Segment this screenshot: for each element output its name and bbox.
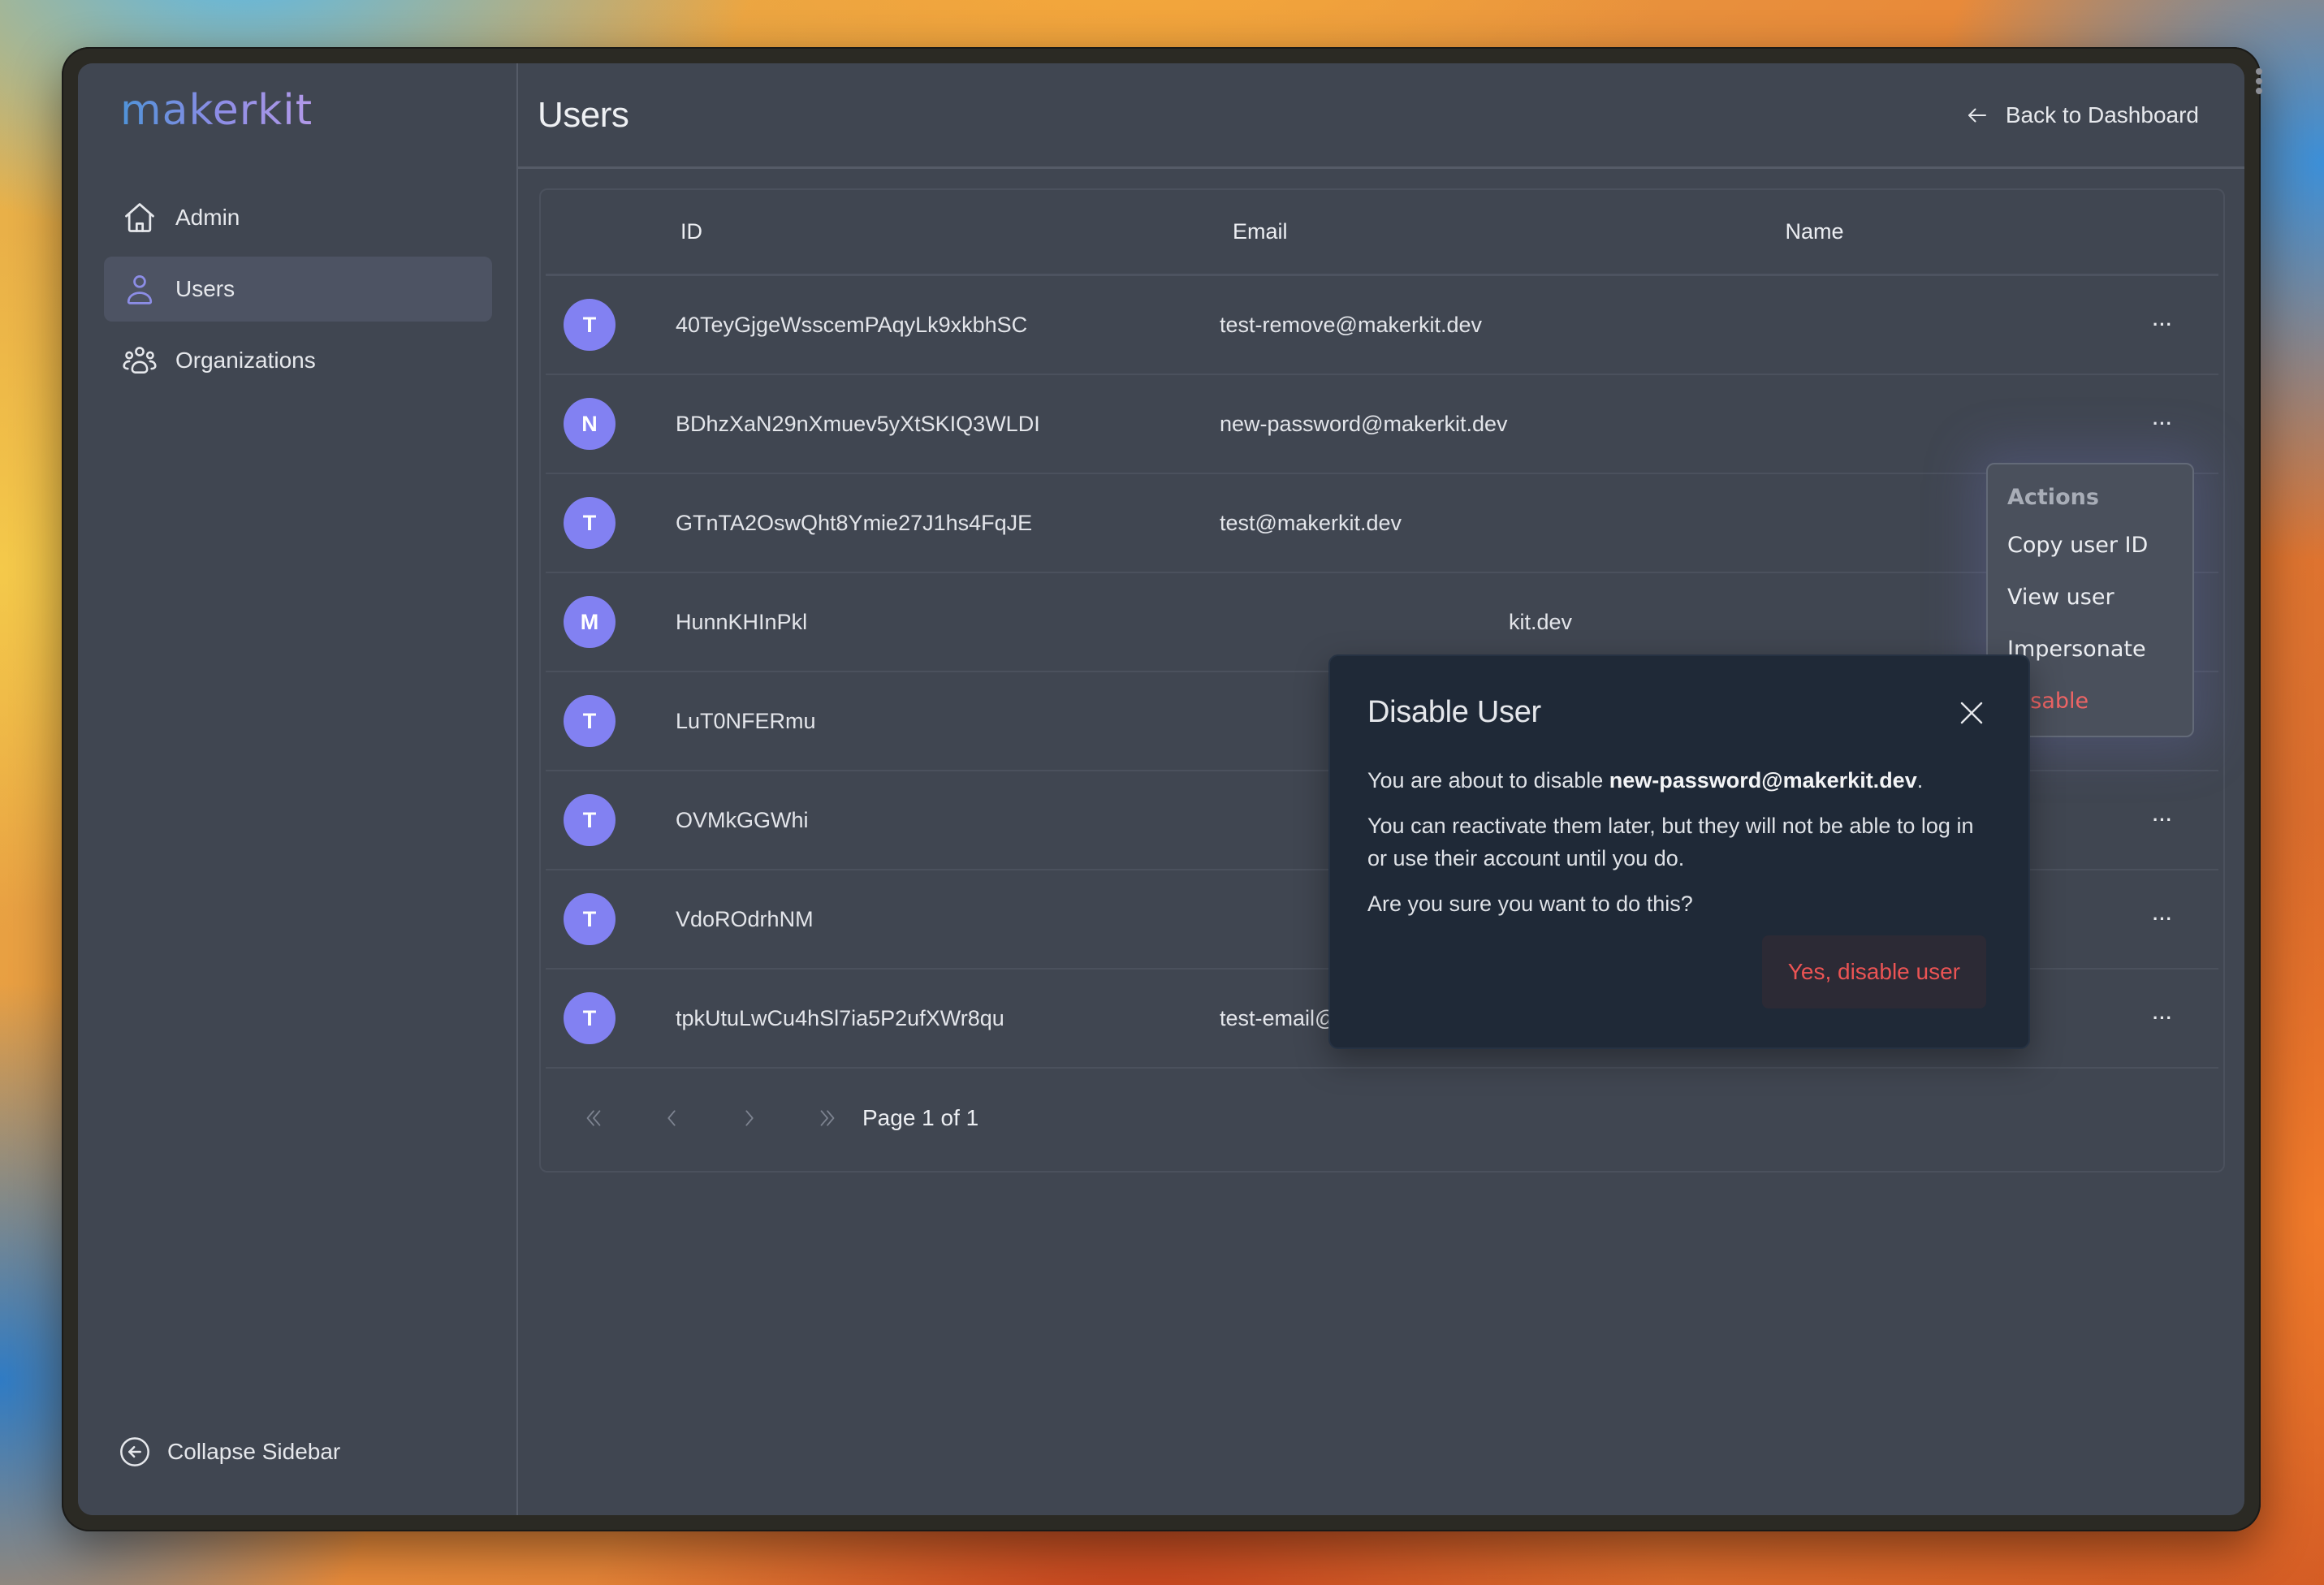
user-email: kit.dev [1509, 609, 1573, 634]
menu-item-copy-user-id[interactable]: Copy user ID [2007, 520, 2192, 572]
sidebar-nav: Admin Users Organizations [104, 185, 492, 399]
user-id: OVMkGGWhi [676, 807, 809, 832]
row-actions-button[interactable]: ··· [2153, 909, 2173, 930]
dialog-body: You are about to disable new-password@ma… [1367, 764, 1991, 920]
close-icon[interactable] [1957, 698, 1986, 728]
menu-item-disable[interactable]: Disable [2007, 676, 2192, 728]
collapse-sidebar-label: Collapse Sidebar [167, 1439, 341, 1464]
user-id: tpkUtuLwCu4hSl7ia5P2ufXWr8qu [676, 1005, 1004, 1030]
column-header-email[interactable]: Email [1233, 219, 1288, 244]
chevron-right-icon [745, 1110, 754, 1126]
user-id: LuT0NFERmu [676, 708, 816, 733]
avatar: T [564, 794, 616, 846]
sidebar-item-organizations[interactable]: Organizations [104, 328, 492, 393]
chevron-left-icon [667, 1110, 676, 1126]
arrow-left-circle-icon [119, 1436, 151, 1468]
menu-label: Actions [2007, 485, 2099, 510]
home-icon [122, 200, 158, 235]
window-scroll-indicator[interactable] [2256, 68, 2262, 94]
avatar: T [564, 893, 616, 945]
user-id: HunnKHInPkl [676, 609, 808, 634]
previous-page-button[interactable] [659, 1106, 684, 1130]
user-id: BDhzXaN29nXmuev5yXtSKIQ3WLDI [676, 411, 1040, 436]
row-actions-button[interactable]: ··· [2153, 1008, 2173, 1029]
dialog-message-suffix: . [1916, 768, 1924, 792]
page-header: Users Back to Dashboard [518, 63, 2244, 169]
dialog-message-prefix: You are about to disable [1367, 768, 1609, 792]
user-email: new-password@makerkit.dev [1220, 411, 1508, 436]
sidebar-item-label: Organizations [175, 348, 316, 373]
logo[interactable]: makerkit [120, 86, 313, 135]
menu-item-impersonate[interactable]: Impersonate [2007, 624, 2192, 676]
avatar: M [564, 596, 616, 648]
back-to-dashboard-label: Back to Dashboard [2005, 101, 2199, 127]
user-id: GTnTA2OswQht8Ymie27J1hs4FqJE [676, 510, 1033, 535]
confirm-disable-button[interactable]: Yes, disable user [1761, 935, 1986, 1008]
sidebar-item-label: Admin [175, 205, 240, 230]
page-indicator: Page 1 of 1 [862, 1105, 979, 1130]
user-id: VdoROdrhNM [676, 906, 814, 931]
next-page-button[interactable] [737, 1106, 762, 1130]
dialog-warning: You can reactivate them later, but they … [1367, 814, 1974, 870]
user-id: 40TeyGjgeWsscemPAqyLk9xkbhSC [676, 312, 1028, 337]
dialog-question: Are you sure you want to do this? [1367, 892, 1693, 916]
column-header-id[interactable]: ID [680, 219, 702, 244]
row-actions-button[interactable]: ··· [2153, 413, 2173, 434]
user-email: test-remove@makerkit.dev [1220, 312, 1482, 337]
avatar: T [564, 695, 616, 747]
chevrons-left-icon [586, 1110, 601, 1126]
disable-user-dialog: Disable User You are about to disable ne… [1328, 654, 2030, 1049]
main-content: Users Back to Dashboard ID Email Name T … [518, 63, 2244, 1515]
collapse-sidebar-button[interactable]: Collapse Sidebar [119, 1436, 340, 1468]
avatar: T [564, 992, 616, 1044]
user-email: test@makerkit.dev [1220, 510, 1402, 535]
table-row[interactable]: T 40TeyGjgeWsscemPAqyLk9xkbhSC test-remo… [546, 276, 2218, 375]
app-shell: makerkit Admin Users Organizations Colla… [78, 63, 2244, 1515]
users-group-icon [122, 343, 158, 378]
dialog-title: Disable User [1367, 695, 1541, 729]
avatar: N [564, 398, 616, 450]
table-row[interactable]: T GTnTA2OswQht8Ymie27J1hs4FqJE test@make… [546, 474, 2218, 573]
user-icon [122, 271, 158, 307]
sidebar-item-users[interactable]: Users [104, 257, 492, 322]
row-actions-button[interactable]: ··· [2153, 810, 2173, 831]
avatar: T [564, 497, 616, 549]
row-actions-button[interactable]: ··· [2153, 314, 2173, 335]
table-row[interactable]: N BDhzXaN29nXmuev5yXtSKIQ3WLDI new-passw… [546, 375, 2218, 474]
dialog-target-email: new-password@makerkit.dev [1609, 768, 1917, 792]
sidebar-item-admin[interactable]: Admin [104, 185, 492, 250]
pagination: Page 1 of 1 [541, 1069, 2223, 1168]
dialog-message: You are about to disable new-password@ma… [1367, 764, 1991, 797]
last-page-button[interactable] [815, 1106, 840, 1130]
avatar: T [564, 299, 616, 351]
back-to-dashboard-link[interactable]: Back to Dashboard [1965, 102, 2199, 128]
arrow-left-icon [1965, 103, 1989, 127]
sidebar: makerkit Admin Users Organizations Colla… [78, 63, 518, 1515]
column-header-name[interactable]: Name [1786, 219, 1844, 244]
menu-item-view-user[interactable]: View user [2007, 572, 2192, 624]
first-page-button[interactable] [581, 1106, 606, 1130]
table-header: ID Email Name [546, 190, 2218, 276]
chevrons-right-icon [820, 1110, 835, 1126]
page-title: Users [538, 94, 629, 135]
sidebar-item-label: Users [175, 276, 235, 301]
